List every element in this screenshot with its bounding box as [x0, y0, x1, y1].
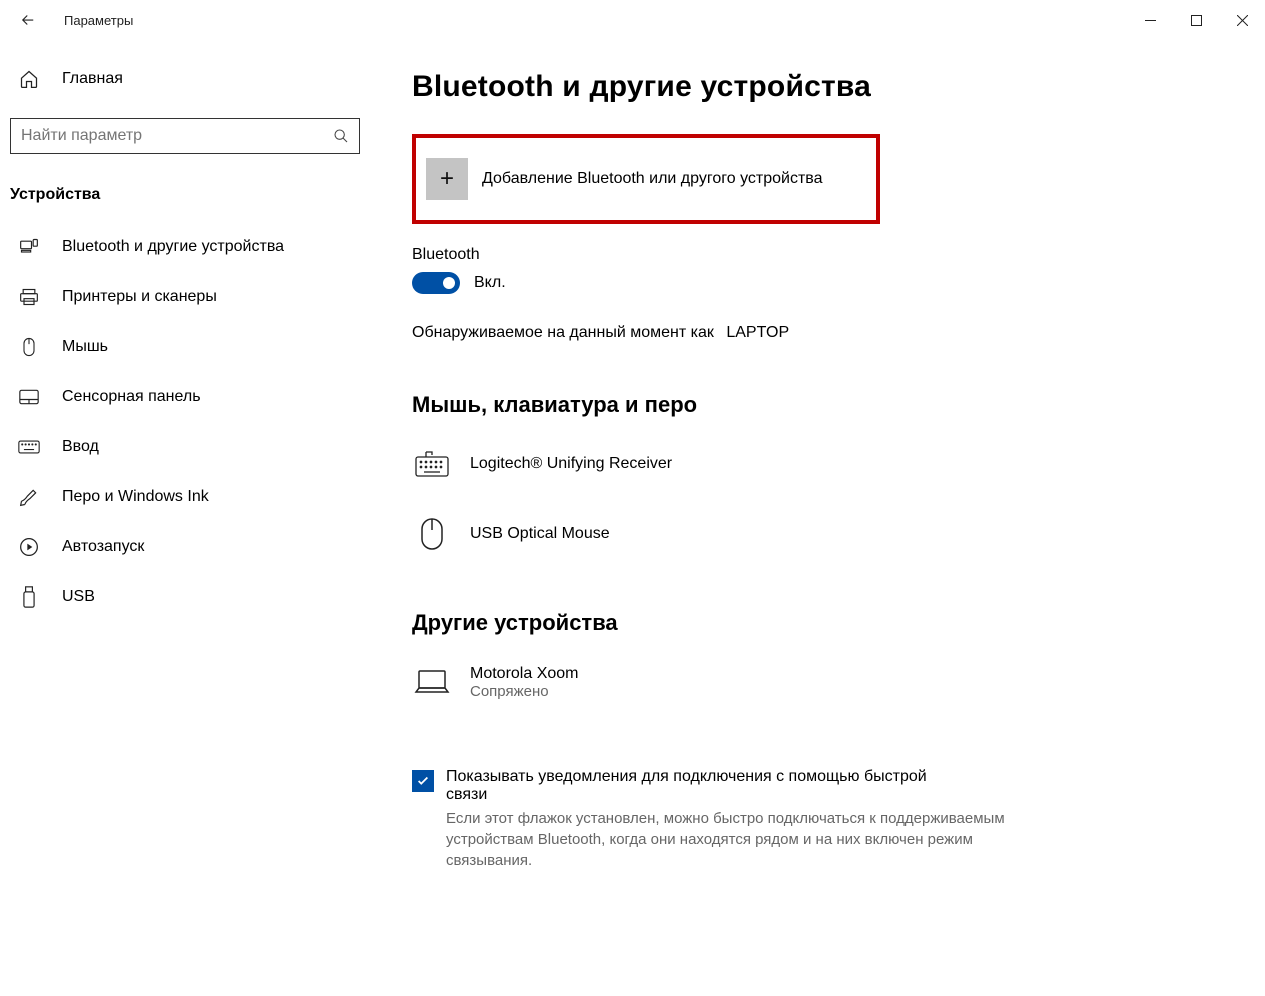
- sidebar-item-label: USB: [62, 588, 95, 606]
- close-icon: [1237, 15, 1248, 26]
- sidebar: Главная Устройства Bluetooth и другие ус…: [0, 40, 380, 996]
- section-input-title: Мышь, клавиатура и перо: [412, 392, 1225, 418]
- sidebar-item-printers[interactable]: Принтеры и сканеры: [10, 272, 370, 322]
- device-name: Logitech® Unifying Receiver: [470, 455, 672, 473]
- keyboard-icon: [18, 436, 40, 458]
- sidebar-item-label: Ввод: [62, 438, 99, 456]
- add-device-button[interactable]: + Добавление Bluetooth или другого устро…: [412, 134, 880, 224]
- touchpad-icon: [18, 386, 40, 408]
- discoverable-prefix: Обнаруживаемое на данный момент как: [412, 324, 714, 341]
- sidebar-item-label: Мышь: [62, 338, 108, 356]
- sidebar-home-label: Главная: [62, 70, 123, 88]
- sidebar-item-mouse[interactable]: Мышь: [10, 322, 370, 372]
- quickpair-description: Если этот флажок установлен, можно быстр…: [446, 808, 1006, 871]
- printer-icon: [18, 286, 40, 308]
- main-content: Bluetooth и другие устройства + Добавлен…: [380, 40, 1265, 996]
- sidebar-item-typing[interactable]: Ввод: [10, 422, 370, 472]
- back-button[interactable]: [12, 4, 44, 36]
- page-title: Bluetooth и другие устройства: [412, 70, 1225, 104]
- add-device-label: Добавление Bluetooth или другого устройс…: [482, 170, 823, 188]
- sidebar-item-home[interactable]: Главная: [10, 60, 370, 98]
- sidebar-item-touchpad[interactable]: Сенсорная панель: [10, 372, 370, 422]
- plus-icon: +: [426, 158, 468, 200]
- checkmark-icon: [416, 774, 430, 788]
- sidebar-item-label: Сенсорная панель: [62, 388, 201, 406]
- bluetooth-devices-icon: [18, 236, 40, 258]
- quickpair-checkbox[interactable]: [412, 770, 434, 792]
- device-name: USB Optical Mouse: [470, 525, 610, 543]
- sidebar-item-label: Перо и Windows Ink: [62, 488, 209, 506]
- minimize-button[interactable]: [1127, 4, 1173, 36]
- sidebar-item-pen[interactable]: Перо и Windows Ink: [10, 472, 370, 522]
- device-status: Сопряжено: [470, 683, 579, 700]
- sidebar-item-usb[interactable]: USB: [10, 572, 370, 622]
- device-row[interactable]: Motorola Xoom Сопряжено: [412, 654, 1225, 724]
- section-other-title: Другие устройства: [412, 610, 1225, 636]
- sidebar-category: Устройства: [10, 182, 370, 222]
- sidebar-item-label: Принтеры и сканеры: [62, 288, 217, 306]
- pen-icon: [18, 486, 40, 508]
- maximize-button[interactable]: [1173, 4, 1219, 36]
- discoverable-text: Обнаруживаемое на данный момент как LAPT…: [412, 324, 1225, 342]
- device-row[interactable]: USB Optical Mouse: [412, 506, 1225, 576]
- laptop-device-icon: [412, 662, 452, 702]
- home-icon: [18, 68, 40, 90]
- search-icon: [333, 128, 349, 144]
- sidebar-item-label: Bluetooth и другие устройства: [62, 238, 284, 256]
- bluetooth-label: Bluetooth: [412, 246, 1225, 264]
- bluetooth-toggle[interactable]: [412, 272, 460, 294]
- autoplay-icon: [18, 536, 40, 558]
- quickpair-label: Показывать уведомления для подключения с…: [446, 768, 972, 804]
- titlebar: Параметры: [0, 0, 1265, 40]
- app-title: Параметры: [64, 13, 133, 28]
- toggle-state-label: Вкл.: [474, 274, 506, 292]
- mouse-device-icon: [412, 514, 452, 554]
- close-button[interactable]: [1219, 4, 1265, 36]
- sidebar-item-label: Автозапуск: [62, 538, 144, 556]
- sidebar-item-bluetooth[interactable]: Bluetooth и другие устройства: [10, 222, 370, 272]
- mouse-icon: [18, 336, 40, 358]
- window-controls: [1127, 4, 1265, 36]
- maximize-icon: [1191, 15, 1202, 26]
- sidebar-item-autoplay[interactable]: Автозапуск: [10, 522, 370, 572]
- discoverable-name: LAPTOP: [726, 324, 789, 341]
- device-row[interactable]: Logitech® Unifying Receiver: [412, 436, 1225, 506]
- arrow-left-icon: [19, 11, 37, 29]
- search-box[interactable]: [10, 118, 360, 154]
- usb-icon: [18, 586, 40, 608]
- minimize-icon: [1145, 15, 1156, 26]
- search-input[interactable]: [21, 127, 333, 145]
- device-name: Motorola Xoom: [470, 665, 579, 683]
- keyboard-device-icon: [412, 444, 452, 484]
- toggle-knob: [443, 277, 455, 289]
